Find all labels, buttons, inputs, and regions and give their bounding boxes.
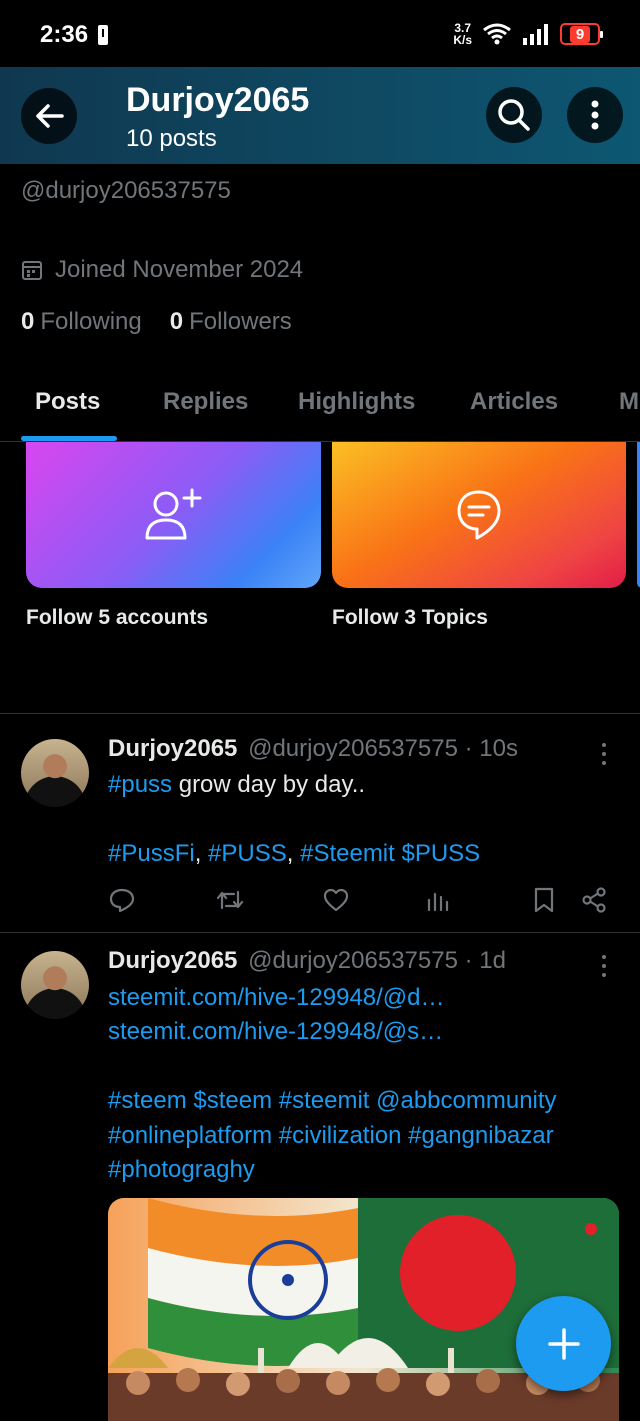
followers-count: 0 [169,308,184,335]
post-author-handle[interactable]: @durjoy206537575 [248,947,458,974]
signal-icon [523,24,548,45]
bookmark-icon [534,887,554,913]
add-user-icon [145,488,201,540]
wifi-icon [483,23,511,45]
reply-button[interactable] [108,886,136,914]
page-title: Durjoy2065 [126,81,310,119]
following-label: Following [40,308,142,335]
compose-button[interactable] [516,1296,611,1391]
search-button[interactable] [486,87,542,143]
status-time: 2:36 [40,21,89,48]
divider [0,713,640,714]
like-button[interactable] [322,886,350,914]
bookmark-button[interactable] [530,886,558,914]
post-header: Durjoy2065 @durjoy206537575 · 10s [108,735,518,763]
post-timestamp: · 1d [464,947,506,974]
status-indicators: 3.7 K/s 9 [453,21,603,47]
profile-tabs: Posts Replies Highlights Articles M [0,372,640,442]
tab-articles[interactable]: Articles [470,388,558,416]
share-icon [582,887,606,913]
post-link[interactable]: steemit.com/hive-129948/@s… [108,1018,443,1046]
follow-accounts-card[interactable] [26,442,321,588]
followers-label: Followers [189,308,292,335]
views-button[interactable] [424,886,452,914]
tab-posts[interactable]: Posts [35,388,100,416]
profile-handle: @durjoy206537575 [21,177,231,204]
tab-media[interactable]: M [619,388,639,416]
post-link[interactable]: steemit.com/hive-129948/@d… [108,984,445,1012]
active-tab-indicator [21,436,117,441]
post-count: 10 posts [126,125,217,152]
divider [0,932,640,933]
post-text: #puss grow day by day.. [108,771,366,798]
tab-highlights[interactable]: Highlights [298,388,415,416]
battery-icon: 9 [560,23,603,45]
post-hashtags[interactable]: #onlineplatform #civilization #gangnibaz… [108,1122,554,1150]
more-vertical-icon [591,100,599,130]
joined-date: Joined November 2024 [21,256,303,284]
post-author-name[interactable]: Durjoy2065 [108,947,237,974]
calendar-icon [22,261,42,280]
post-header: Durjoy2065 @durjoy206537575 · 1d [108,947,506,975]
hashtag-link[interactable]: #PussFi [108,840,195,867]
following-count: 0 [21,308,35,335]
follow-stats: 0 Following 0 Followers [21,308,292,336]
plus-icon [547,1327,580,1360]
follow-topics-card[interactable] [332,442,626,588]
joined-text: Joined November 2024 [55,256,304,283]
search-icon [498,99,530,131]
avatar[interactable] [21,739,89,807]
repost-icon [216,890,244,910]
network-speed: 3.7 K/s [453,21,472,47]
arrow-left-icon [36,104,64,128]
reply-icon [109,888,135,913]
analytics-icon [427,892,449,912]
heart-icon [323,888,349,912]
following-link[interactable]: 0 Following [21,308,142,336]
post-more-button[interactable] [596,953,612,979]
tab-replies[interactable]: Replies [163,388,248,416]
follow-accounts-label[interactable]: Follow 5 accounts [26,606,208,630]
repost-button[interactable] [216,886,244,914]
battery-level: 9 [569,25,591,43]
post-author-handle[interactable]: @durjoy206537575 [248,735,458,762]
post-hashtags[interactable]: #photograghy [108,1156,255,1184]
post-timestamp: · 10s [464,735,518,762]
follow-topics-label[interactable]: Follow 3 Topics [332,606,488,630]
followers-link[interactable]: 0 Followers [170,308,292,336]
alert-icon [98,25,109,45]
back-button[interactable] [21,88,77,144]
profile-header: Durjoy2065 10 posts [0,67,640,164]
topic-bubble-icon [457,490,501,540]
hashtag-link[interactable]: #puss [108,771,172,798]
hashtag-link[interactable]: #Steemit $PUSS [300,840,480,867]
share-button[interactable] [580,886,608,914]
post-hashtags: #PussFi, #PUSS, #Steemit $PUSS [108,840,481,867]
post-author-name[interactable]: Durjoy2065 [108,735,237,762]
hashtag-link[interactable]: #PUSS [208,840,287,867]
post-hashtags[interactable]: #steem $steem #steemit @abbcommunity [108,1087,557,1115]
more-options-button[interactable] [567,87,623,143]
post-actions [108,886,612,916]
avatar[interactable] [21,951,89,1019]
post-more-button[interactable] [596,741,612,767]
status-bar: 2:36 3.7 K/s 9 [0,0,640,70]
